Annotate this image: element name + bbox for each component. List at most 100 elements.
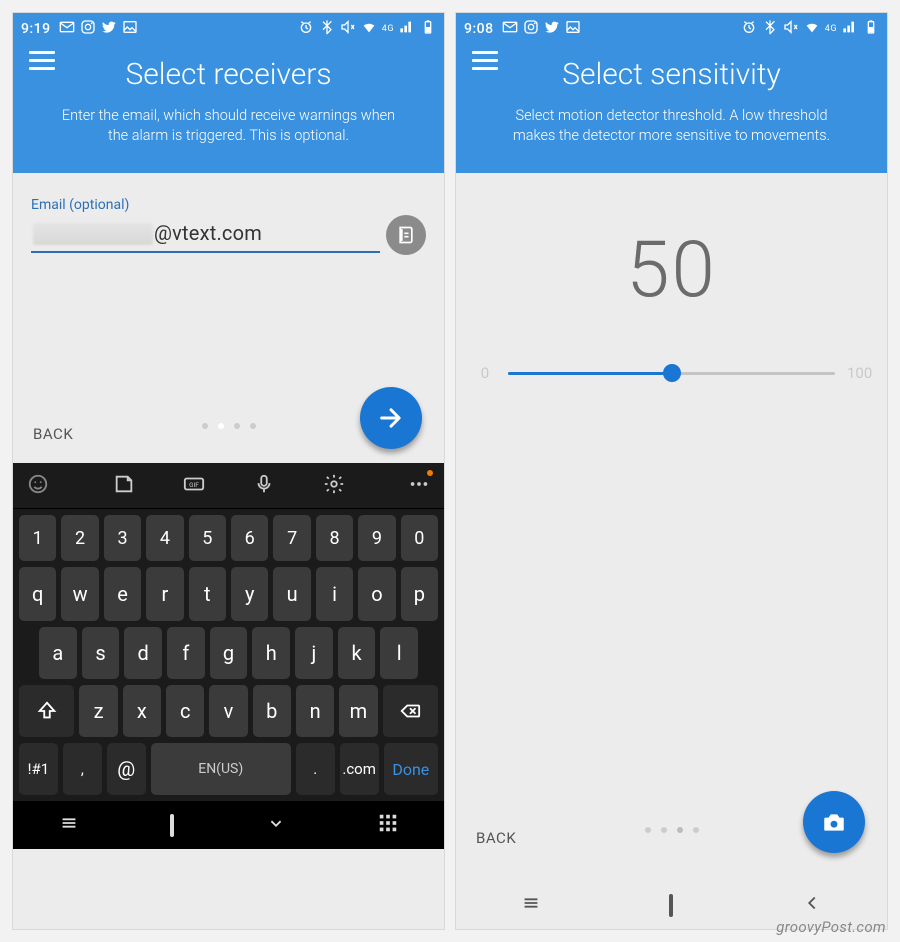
watermark: groovyPost.com bbox=[776, 918, 886, 936]
key-u[interactable]: u bbox=[273, 567, 310, 621]
more-icon[interactable] bbox=[408, 473, 430, 499]
recents-button[interactable] bbox=[58, 812, 80, 838]
settings-icon[interactable] bbox=[323, 473, 345, 499]
key-l[interactable]: l bbox=[380, 627, 418, 679]
key-e[interactable]: e bbox=[104, 567, 141, 621]
status-time: 9:08 bbox=[464, 21, 494, 37]
key-n[interactable]: n bbox=[296, 685, 334, 737]
keyboard-row-z: zxcvbnm bbox=[19, 685, 438, 737]
sensitivity-slider[interactable]: 0 100 bbox=[474, 364, 869, 382]
status-right-icons: 4G bbox=[298, 19, 436, 39]
key-0[interactable]: 0 bbox=[401, 515, 438, 561]
back-nav-button[interactable] bbox=[265, 812, 287, 838]
slider-track[interactable] bbox=[508, 372, 835, 375]
email-input[interactable]: @vtext.com bbox=[31, 217, 380, 254]
key-q[interactable]: q bbox=[19, 567, 56, 621]
back-button[interactable]: BACK bbox=[476, 829, 516, 847]
key-2[interactable]: 2 bbox=[61, 515, 98, 561]
home-button[interactable] bbox=[170, 816, 174, 835]
key-b[interactable]: b bbox=[253, 685, 291, 737]
keyboard-row-a: asdfghjkl bbox=[19, 627, 438, 679]
key-7[interactable]: 7 bbox=[273, 515, 310, 561]
dotcom-key[interactable]: .com bbox=[340, 743, 379, 795]
key-t[interactable]: t bbox=[189, 567, 226, 621]
page-subtitle: Select motion detector threshold. A low … bbox=[472, 106, 871, 145]
signal-icon bbox=[399, 19, 415, 39]
wifi-icon bbox=[361, 19, 377, 39]
sticker-icon[interactable] bbox=[113, 473, 135, 499]
keyboard-switch-button[interactable] bbox=[377, 812, 399, 838]
contacts-button[interactable] bbox=[386, 215, 426, 255]
twitter-icon bbox=[544, 19, 560, 39]
menu-button[interactable] bbox=[472, 51, 498, 70]
key-m[interactable]: m bbox=[339, 685, 377, 737]
key-k[interactable]: k bbox=[338, 627, 376, 679]
gif-icon[interactable]: GIF bbox=[183, 473, 205, 499]
image-icon bbox=[565, 19, 581, 39]
alarm-icon bbox=[741, 19, 757, 39]
key-8[interactable]: 8 bbox=[316, 515, 353, 561]
key-f[interactable]: f bbox=[167, 627, 205, 679]
bluetooth-icon bbox=[319, 19, 335, 39]
space-key[interactable]: EN(US) bbox=[151, 743, 291, 795]
gmail-icon bbox=[502, 19, 518, 39]
redacted-text bbox=[33, 223, 153, 245]
key-a[interactable]: a bbox=[39, 627, 77, 679]
page-indicator bbox=[645, 827, 699, 833]
key-g[interactable]: g bbox=[210, 627, 248, 679]
image-icon bbox=[122, 19, 138, 39]
page-body: 50 0 100 BACK bbox=[456, 173, 887, 881]
key-6[interactable]: 6 bbox=[231, 515, 268, 561]
back-nav-button[interactable] bbox=[801, 892, 823, 918]
key-9[interactable]: 9 bbox=[358, 515, 395, 561]
key-3[interactable]: 3 bbox=[104, 515, 141, 561]
svg-text:GIF: GIF bbox=[189, 480, 199, 488]
comma-key[interactable]: , bbox=[63, 743, 102, 795]
key-p[interactable]: p bbox=[401, 567, 438, 621]
nav-bar bbox=[13, 801, 444, 849]
instagram-icon bbox=[523, 19, 539, 39]
key-v[interactable]: v bbox=[209, 685, 247, 737]
home-button[interactable] bbox=[669, 896, 673, 915]
backspace-key[interactable] bbox=[383, 685, 438, 737]
battery-icon bbox=[420, 19, 436, 39]
key-r[interactable]: r bbox=[146, 567, 183, 621]
slider-thumb[interactable] bbox=[663, 364, 681, 382]
symbols-key[interactable]: !#1 bbox=[19, 743, 58, 795]
key-x[interactable]: x bbox=[123, 685, 161, 737]
key-i[interactable]: i bbox=[316, 567, 353, 621]
key-w[interactable]: w bbox=[61, 567, 98, 621]
soft-keyboard: GIF 1234567890 qwertyuiop asdfghjkl zxcv… bbox=[13, 463, 444, 801]
network-4g-icon: 4G bbox=[825, 24, 837, 34]
recents-button[interactable] bbox=[520, 892, 542, 918]
key-s[interactable]: s bbox=[82, 627, 120, 679]
key-c[interactable]: c bbox=[166, 685, 204, 737]
shift-key[interactable] bbox=[19, 685, 74, 737]
next-button[interactable] bbox=[360, 387, 422, 449]
done-key[interactable]: Done bbox=[384, 743, 438, 795]
status-right-icons: 4G bbox=[741, 19, 879, 39]
key-z[interactable]: z bbox=[79, 685, 117, 737]
at-key[interactable]: @ bbox=[107, 743, 146, 795]
key-d[interactable]: d bbox=[124, 627, 162, 679]
app-header: Select receivers Enter the email, which … bbox=[13, 45, 444, 173]
signal-icon bbox=[842, 19, 858, 39]
key-h[interactable]: h bbox=[252, 627, 290, 679]
key-y[interactable]: y bbox=[231, 567, 268, 621]
page-title: Select sensitivity bbox=[472, 57, 871, 92]
mute-icon bbox=[783, 19, 799, 39]
key-j[interactable]: j bbox=[295, 627, 333, 679]
key-1[interactable]: 1 bbox=[19, 515, 56, 561]
key-o[interactable]: o bbox=[358, 567, 395, 621]
back-button[interactable]: BACK bbox=[33, 425, 73, 443]
slider-min-label: 0 bbox=[474, 364, 496, 382]
mic-icon[interactable] bbox=[253, 473, 275, 499]
emoji-icon[interactable] bbox=[27, 473, 49, 499]
key-4[interactable]: 4 bbox=[146, 515, 183, 561]
period-key[interactable]: . bbox=[296, 743, 335, 795]
instagram-icon bbox=[80, 19, 96, 39]
key-5[interactable]: 5 bbox=[189, 515, 226, 561]
camera-button[interactable] bbox=[803, 791, 865, 853]
menu-button[interactable] bbox=[29, 51, 55, 70]
status-bar: 9:08 4G bbox=[456, 13, 887, 45]
